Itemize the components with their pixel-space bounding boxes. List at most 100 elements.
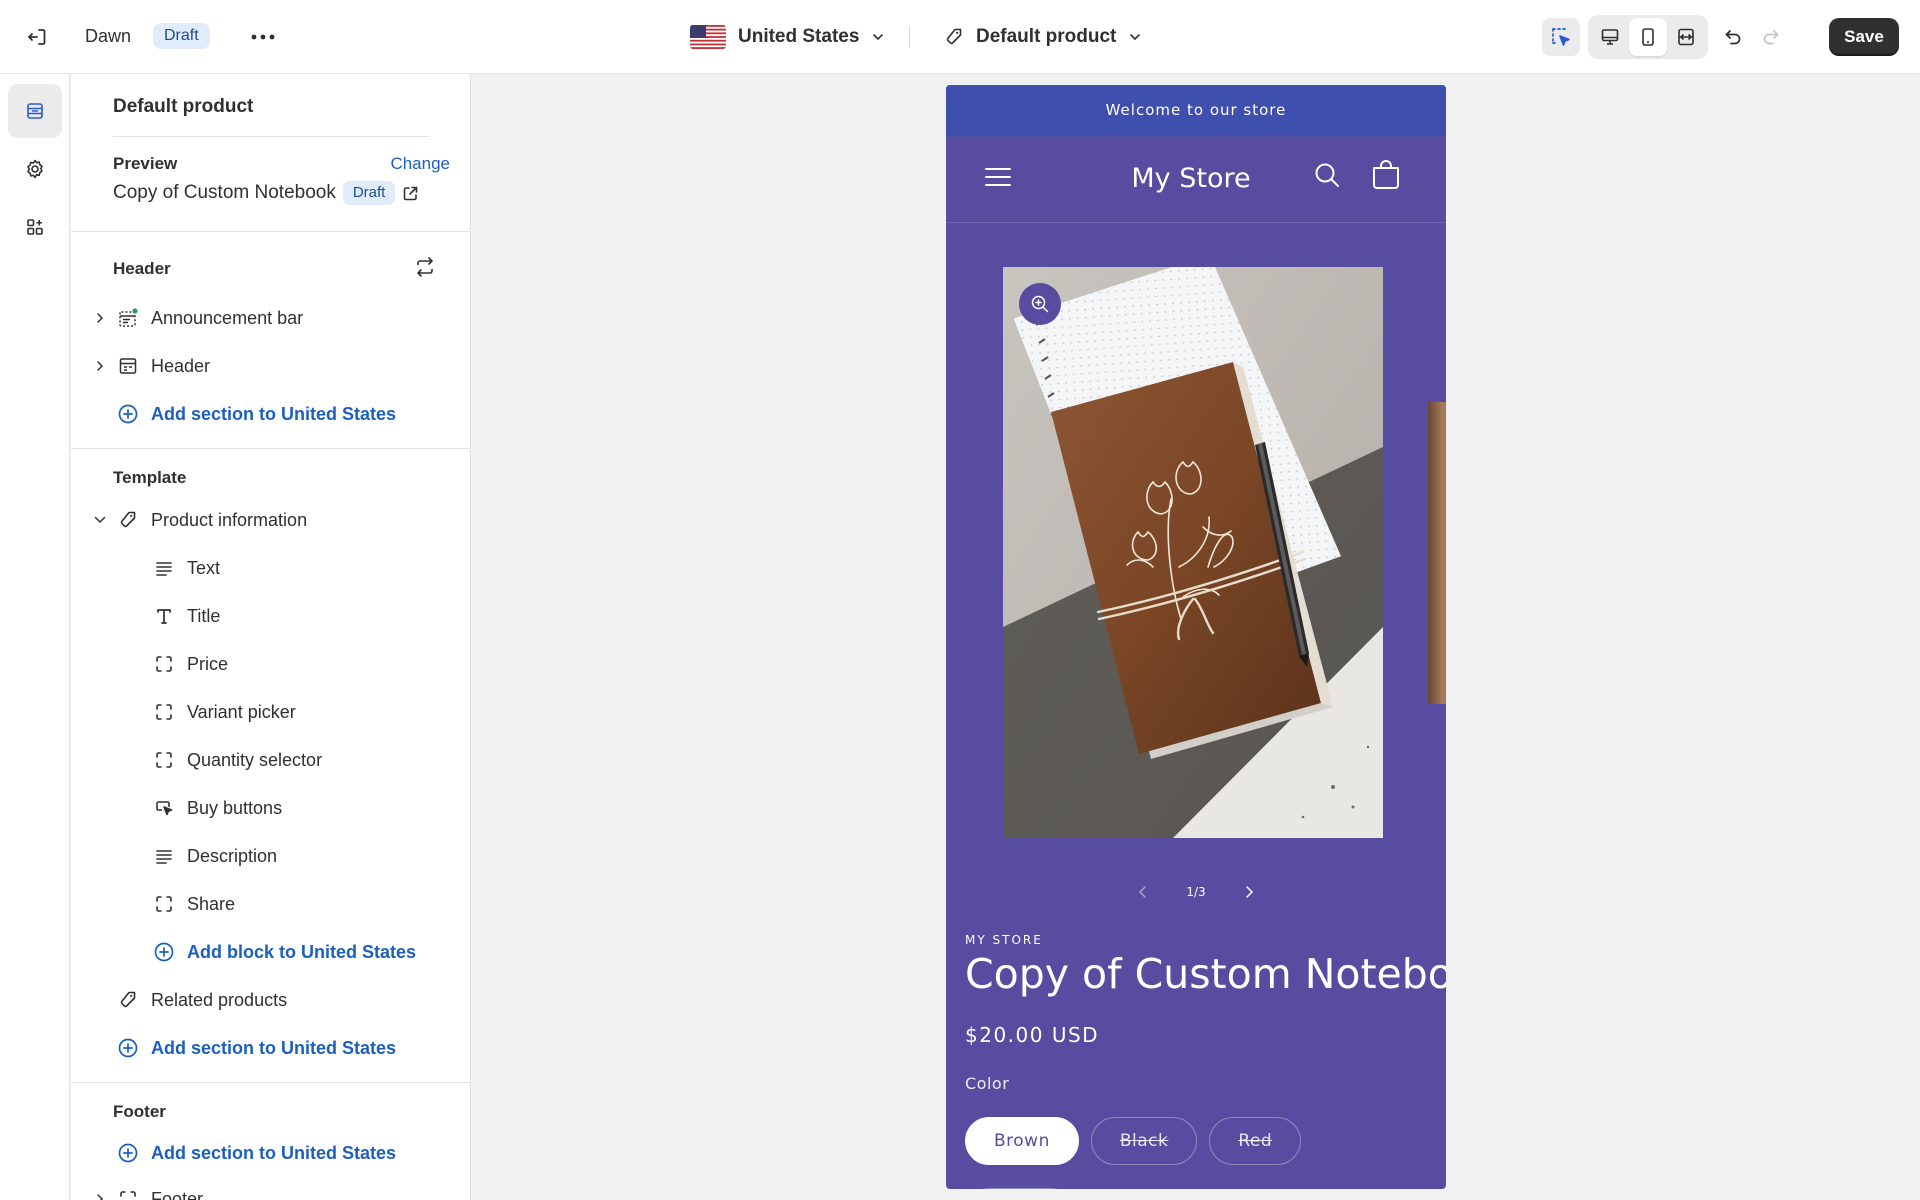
block-label: Quantity selector [187,749,323,770]
template-selector[interactable]: Default product [944,20,1142,54]
exit-icon[interactable] [22,22,52,52]
color-option-red[interactable]: Red [1209,1117,1302,1165]
divider [909,26,910,48]
preview-canvas: Welcome to our store My Store 1/3 MY STO… [472,74,1920,1200]
us-flag-icon [690,25,726,49]
product-price: $20.00 USD [965,1023,1100,1047]
sections-sidebar: Default product Preview Change Copy of C… [71,74,471,1200]
color-option-label: Brown [994,1131,1050,1151]
add-section-label: Add section to United States [151,403,397,424]
block-share[interactable]: Share [71,884,470,924]
section-announcement-bar[interactable]: Announcement bar [71,298,470,338]
sidebar-title: Default product [113,96,254,117]
section-label: Footer [151,1188,204,1200]
sections-icon[interactable] [8,84,62,138]
divider [71,231,470,232]
full-width-icon[interactable] [1667,18,1705,56]
add-section-header-button[interactable]: Add section to United States [71,394,470,434]
product-title: Copy of Custom Notebook [965,950,1446,998]
section-label: Header [151,355,211,376]
chevron-down-icon [871,30,885,44]
color-option-label: Color [965,1074,1010,1093]
block-title[interactable]: Title [71,596,470,636]
swap-icon[interactable] [414,256,436,278]
color-option-more[interactable] [965,1188,1075,1189]
section-label: Product information [151,509,308,530]
type-icon [153,605,175,627]
chevron-left-icon[interactable] [1136,885,1150,899]
announcement-bar-icon [117,307,139,329]
section-header[interactable]: Header [71,346,470,386]
chevron-right-icon[interactable] [1242,885,1256,899]
color-option-brown[interactable]: Brown [965,1117,1079,1165]
divider [71,448,470,449]
add-section-template-button[interactable]: Add section to United States [71,1028,470,1068]
apps-icon[interactable] [8,200,62,254]
block-text[interactable]: Text [71,548,470,588]
color-option-black[interactable]: Black [1090,1117,1198,1165]
next-product-image[interactable] [1428,402,1446,704]
image-pager: 1/3 [946,885,1446,899]
desktop-icon[interactable] [1591,18,1629,56]
preview-label: Preview [113,154,178,173]
plus-circle-icon [153,941,175,963]
zoom-icon[interactable] [1019,283,1061,325]
header-group-title: Header [113,259,171,278]
header-section-icon [117,355,139,377]
block-label: Variant picker [187,701,296,722]
redo-icon[interactable] [1752,18,1790,56]
block-quantity-selector[interactable]: Quantity selector [71,740,470,780]
footer-group-title: Footer [113,1102,166,1121]
change-link[interactable]: Change [390,154,450,174]
section-product-information[interactable]: Product information [71,500,470,540]
country-label: United States [738,26,860,47]
dashed-box-icon [153,749,175,771]
preview-status-badge: Draft [342,181,396,205]
template-label: Default product [976,26,1117,47]
block-description[interactable]: Description [71,836,470,876]
block-label: Share [187,893,236,914]
chevron-right-icon[interactable] [93,1192,107,1200]
country-selector[interactable]: United States [690,20,885,54]
block-label: Text [187,557,221,578]
section-related-products[interactable]: Related products [71,980,470,1020]
chevron-down-icon[interactable] [93,513,107,527]
gear-icon[interactable] [8,142,62,196]
save-button[interactable]: Save [1829,18,1899,56]
section-label: Announcement bar [151,307,304,328]
search-icon[interactable] [1313,161,1341,189]
inspector-icon[interactable] [1542,18,1580,56]
dashed-box-icon [153,893,175,915]
top-bar: Dawn Draft United States Default product [0,0,1920,74]
cart-icon[interactable] [1371,159,1401,191]
external-link-icon[interactable] [402,185,419,202]
section-footer[interactable]: Footer [71,1179,470,1200]
add-section-footer-button[interactable]: Add section to United States [71,1133,470,1173]
chevron-right-icon[interactable] [93,311,107,325]
tag-icon [117,989,139,1011]
plus-circle-icon [117,403,139,425]
dashed-box-icon [153,653,175,675]
product-image[interactable] [1003,267,1383,838]
undo-icon[interactable] [1714,18,1752,56]
text-lines-icon [153,557,175,579]
add-block-button[interactable]: Add block to United States [71,932,470,972]
preview-toolbar [1542,15,1790,59]
store-name[interactable]: My Store [946,163,1436,194]
mobile-icon[interactable] [1629,18,1667,56]
template-group-title: Template [113,468,187,487]
store-header: My Store [946,135,1446,223]
tag-icon [944,27,964,47]
product-vendor: MY STORE [965,933,1043,947]
chevron-right-icon[interactable] [93,359,107,373]
block-variant-picker[interactable]: Variant picker [71,692,470,732]
pager-count: 1/3 [1186,885,1206,899]
more-icon[interactable] [248,22,278,52]
text-lines-icon [153,845,175,867]
plus-circle-icon [117,1037,139,1059]
add-section-label: Add section to United States [151,1142,397,1163]
announcement-bar[interactable]: Welcome to our store [946,85,1446,135]
block-buy-buttons[interactable]: Buy buttons [71,788,470,828]
block-price[interactable]: Price [71,644,470,684]
chevron-down-icon [1128,30,1142,44]
